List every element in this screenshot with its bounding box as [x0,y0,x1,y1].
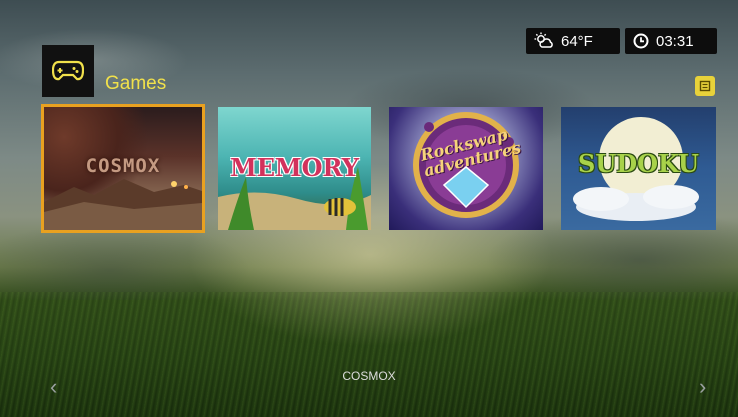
category-title: Games [105,73,167,94]
game-tile-cosmox[interactable]: COSMOX [41,104,205,233]
games-category-icon [42,45,94,97]
games-screen: 64°F 03:31 Games COSMOX MEMORY Rockswap … [0,0,738,417]
game-title: SUDOKU [578,149,699,178]
game-title: COSMOX [85,155,161,177]
partly-cloudy-icon [534,32,553,48]
selected-game-label: COSMOX [342,369,396,383]
menu-icon [699,80,711,92]
clock-widget: 03:31 [625,28,717,54]
clock-icon [633,33,649,49]
background-grass [0,292,738,417]
game-title: MEMORY [230,153,359,182]
game-tile-memory[interactable]: MEMORY [218,107,371,230]
weather-widget: 64°F [526,28,620,54]
time-text: 03:31 [656,32,694,50]
game-tile-sudoku[interactable]: SUDOKU [561,107,716,230]
options-menu-button[interactable] [695,76,715,96]
game-tile-rockswap[interactable]: Rockswap adventures [389,107,543,230]
gamepad-icon [52,60,84,81]
next-arrow-icon[interactable]: › [699,374,706,400]
temperature-text: 64°F [561,32,593,50]
